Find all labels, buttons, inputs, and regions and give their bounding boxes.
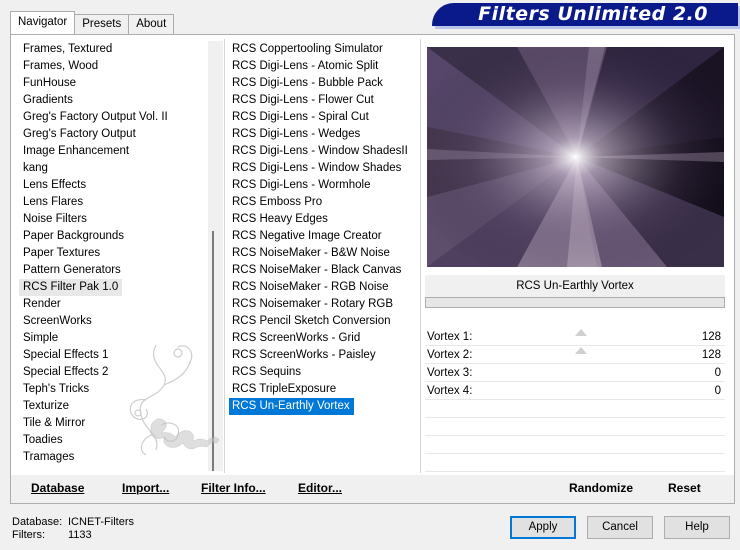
category-item[interactable]: Render [19, 296, 204, 313]
category-item[interactable]: Frames, Wood [19, 58, 204, 75]
parameter-value: 0 [714, 367, 721, 379]
scroll-thumb[interactable] [212, 231, 214, 471]
category-item[interactable]: Frames, Textured [19, 41, 204, 58]
parameter-row[interactable]: Vortex 2: 128 [425, 346, 725, 364]
category-item[interactable]: Special Effects 1 [19, 347, 204, 364]
filter-item[interactable]: RCS Emboss Pro [229, 194, 419, 211]
category-item[interactable]: Tile & Mirror [19, 415, 204, 432]
filter-item[interactable]: RCS Digi-Lens - Atomic Split [229, 58, 419, 75]
cancel-button[interactable]: Cancel [587, 516, 653, 539]
empty-parameter-row [425, 418, 725, 436]
parameter-label: Vortex 1: [427, 331, 473, 343]
database-status: Database: ICNET-Filters [12, 516, 134, 528]
filters-label: Filters: [12, 529, 45, 541]
filter-list[interactable]: RCS Coppertooling Simulator RCS Digi-Lens… [229, 41, 419, 471]
filter-item[interactable]: RCS Pencil Sketch Conversion [229, 313, 419, 330]
tab-navigator[interactable]: Navigator [10, 11, 76, 34]
category-item[interactable]: Teph's Tricks [19, 381, 204, 398]
filter-item[interactable]: RCS Sequins [229, 364, 419, 381]
category-item[interactable]: Pattern Generators [19, 262, 204, 279]
progress-bar [425, 297, 725, 308]
filter-item[interactable]: RCS Negative Image Creator [229, 228, 419, 245]
slider-handle[interactable] [575, 329, 587, 336]
category-scrollbar[interactable] [208, 41, 223, 471]
filter-item[interactable]: RCS NoiseMaker - Black Canvas [229, 262, 419, 279]
filter-item[interactable]: RCS Coppertooling Simulator [229, 41, 419, 58]
parameter-label: Vortex 3: [427, 367, 473, 379]
category-item[interactable]: Paper Backgrounds [19, 228, 204, 245]
app-title: Filters Unlimited 2.0 [478, 3, 708, 25]
filter-item[interactable]: RCS Digi-Lens - Wormhole [229, 177, 419, 194]
filter-item[interactable]: RCS Digi-Lens - Flower Cut [229, 92, 419, 109]
category-item[interactable]: Simple [19, 330, 204, 347]
category-item[interactable]: RCS Filter Pak 1.0 [19, 279, 123, 296]
empty-parameter-row [425, 436, 725, 454]
empty-parameter-row [425, 454, 725, 472]
current-filter-name: RCS Un-Earthly Vortex [425, 275, 725, 297]
parameter-row[interactable]: Vortex 3: 0 [425, 364, 725, 382]
preview-image [427, 47, 724, 267]
divider [224, 39, 225, 473]
parameter-row[interactable]: Vortex 1: 128 [425, 328, 725, 346]
editor-button[interactable]: Editor... [298, 481, 342, 495]
filter-item[interactable]: RCS Digi-Lens - Window Shades [229, 160, 419, 177]
filters-count: 1133 [68, 529, 92, 541]
category-item[interactable]: ScreenWorks [19, 313, 204, 330]
filter-item[interactable]: RCS ScreenWorks - Paisley [229, 347, 419, 364]
parameter-value: 0 [714, 385, 721, 397]
category-item[interactable]: Texturize [19, 398, 204, 415]
category-item[interactable]: Image Enhancement [19, 143, 204, 160]
category-item[interactable]: Lens Flares [19, 194, 204, 211]
database-label: Database: [12, 516, 63, 528]
slider-handle[interactable] [575, 347, 587, 354]
filter-item[interactable]: RCS ScreenWorks - Grid [229, 330, 419, 347]
filter-item[interactable]: RCS Noisemaker - Rotary RGB [229, 296, 419, 313]
filter-info-button[interactable]: Filter Info... [201, 481, 266, 495]
database-value: ICNET-Filters [68, 516, 134, 528]
category-item[interactable]: Lens Effects [19, 177, 204, 194]
category-item[interactable]: Special Effects 2 [19, 364, 204, 381]
tab-about[interactable]: About [128, 14, 175, 34]
database-button[interactable]: Database [31, 481, 84, 495]
filter-item[interactable]: RCS Digi-Lens - Spiral Cut [229, 109, 419, 126]
filter-item[interactable]: RCS Digi-Lens - Window ShadesII [229, 143, 419, 160]
category-list[interactable]: Frames, Textured Frames, Wood FunHouse Grad… [19, 41, 204, 471]
parameter-value: 128 [701, 331, 721, 343]
category-item[interactable]: Greg's Factory Output Vol. II [19, 109, 204, 126]
filter-item[interactable]: RCS Digi-Lens - Wedges [229, 126, 419, 143]
navigator-toolbar: Database Import... Filter Info... Editor… [11, 475, 734, 503]
category-item[interactable]: Tramages [19, 449, 204, 466]
apply-button[interactable]: Apply [510, 516, 576, 539]
category-item[interactable]: kang [19, 160, 204, 177]
filter-item[interactable]: RCS TripleExposure [229, 381, 419, 398]
filters-status: Filters: 1133 [12, 529, 92, 541]
category-item[interactable]: Noise Filters [19, 211, 204, 228]
parameter-row[interactable]: Vortex 4: 0 [425, 382, 725, 400]
parameter-list: Vortex 1: 128 Vortex 2: 128 Vortex 3: 0 Vortex… [425, 328, 725, 472]
category-item[interactable]: Toadies [19, 432, 204, 449]
navigator-panel: Frames, Textured Frames, Wood FunHouse Grad… [10, 34, 735, 504]
parameter-label: Vortex 4: [427, 385, 473, 397]
tab-bar: Navigator Presets About [10, 11, 175, 34]
category-item[interactable]: FunHouse [19, 75, 204, 92]
import-button[interactable]: Import... [122, 481, 169, 495]
filter-item[interactable]: RCS NoiseMaker - RGB Noise [229, 279, 419, 296]
category-item[interactable]: Greg's Factory Output [19, 126, 204, 143]
category-item[interactable]: Paper Textures [19, 245, 204, 262]
app-banner: Filters Unlimited 2.0 [432, 3, 738, 26]
tab-presets[interactable]: Presets [74, 14, 130, 34]
category-item[interactable]: Gradients [19, 92, 204, 109]
randomize-button[interactable]: Randomize [569, 481, 633, 495]
parameter-label: Vortex 2: [427, 349, 473, 361]
reset-button[interactable]: Reset [668, 481, 701, 495]
divider [420, 39, 421, 473]
filter-item[interactable]: RCS Digi-Lens - Bubble Pack [229, 75, 419, 92]
empty-parameter-row [425, 400, 725, 418]
filter-item[interactable]: RCS NoiseMaker - B&W Noise [229, 245, 419, 262]
parameter-value: 128 [701, 349, 721, 361]
filter-item[interactable]: RCS Un-Earthly Vortex [229, 398, 354, 415]
filter-item[interactable]: RCS Heavy Edges [229, 211, 419, 228]
help-button[interactable]: Help [664, 516, 730, 539]
